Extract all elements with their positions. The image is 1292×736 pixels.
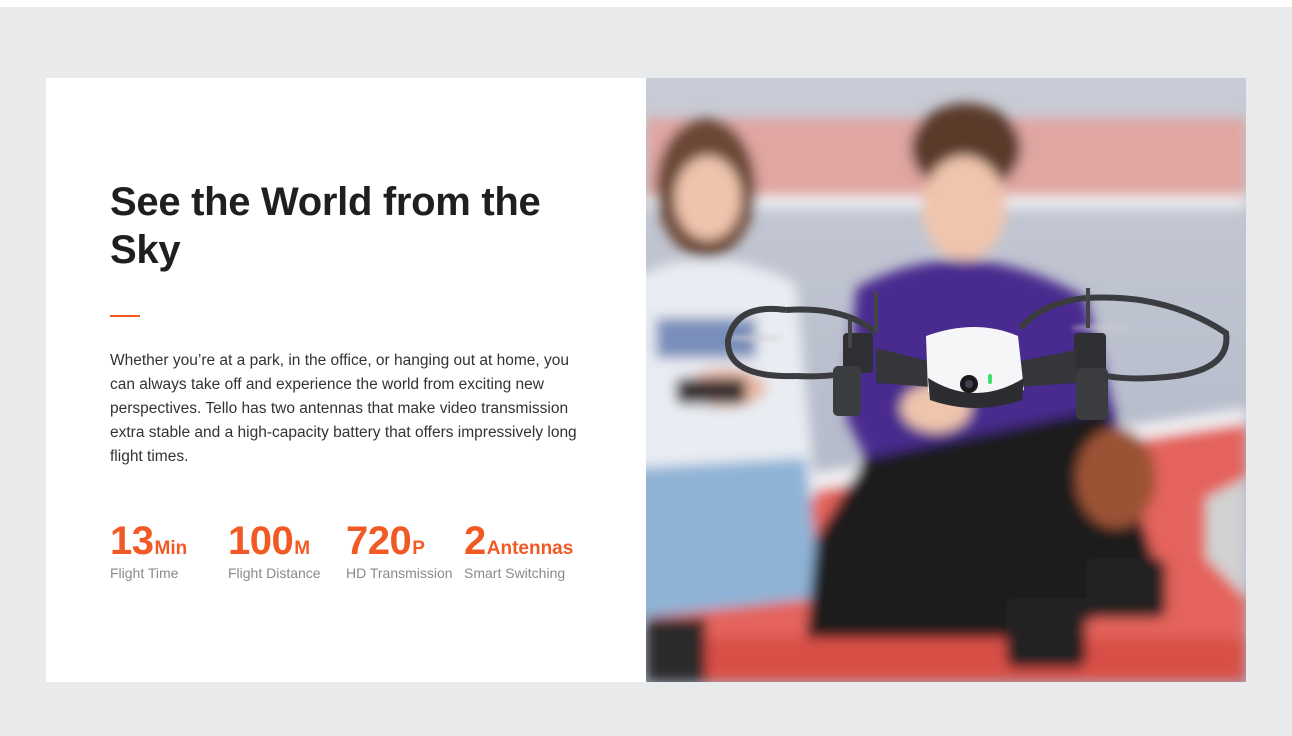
stat-unit: M [294,538,311,559]
stat-flight-time: 13Min Flight Time [110,518,187,581]
stat-number: 13 [110,519,154,563]
photo-illustration [646,78,1246,682]
stat-hd-transmission: 720P HD Transmission [346,518,453,581]
accent-divider [110,315,140,317]
stat-label: Flight Time [110,565,179,581]
stats-row: 13Min Flight Time 100M Flight Distance 7… [110,518,630,588]
stat-label: Flight Distance [228,565,321,581]
feature-card: See the World from the Sky Whether you’r… [46,78,646,682]
stat-label: HD Transmission [346,565,453,581]
stat-value: 2Antennas [464,518,573,564]
stat-antennas: 2Antennas Smart Switching [464,518,573,581]
stat-number: 2 [464,519,486,563]
feature-title: See the World from the Sky [110,180,541,272]
stat-value: 13Min [110,518,187,564]
stat-flight-distance: 100M Flight Distance [228,518,321,581]
stat-number: 720 [346,519,412,563]
stat-unit: P [412,538,425,559]
stat-label: Smart Switching [464,565,566,581]
drone-kids-photo [646,78,1246,682]
feature-description: Whether you’re at a park, in the office,… [110,352,577,465]
stat-value: 720P [346,518,453,564]
stat-unit: Min [154,538,188,559]
stat-unit: Antennas [486,538,574,559]
page-background: See the World from the Sky Whether you’r… [0,7,1292,736]
stat-value: 100M [228,518,321,564]
stat-number: 100 [228,519,294,563]
